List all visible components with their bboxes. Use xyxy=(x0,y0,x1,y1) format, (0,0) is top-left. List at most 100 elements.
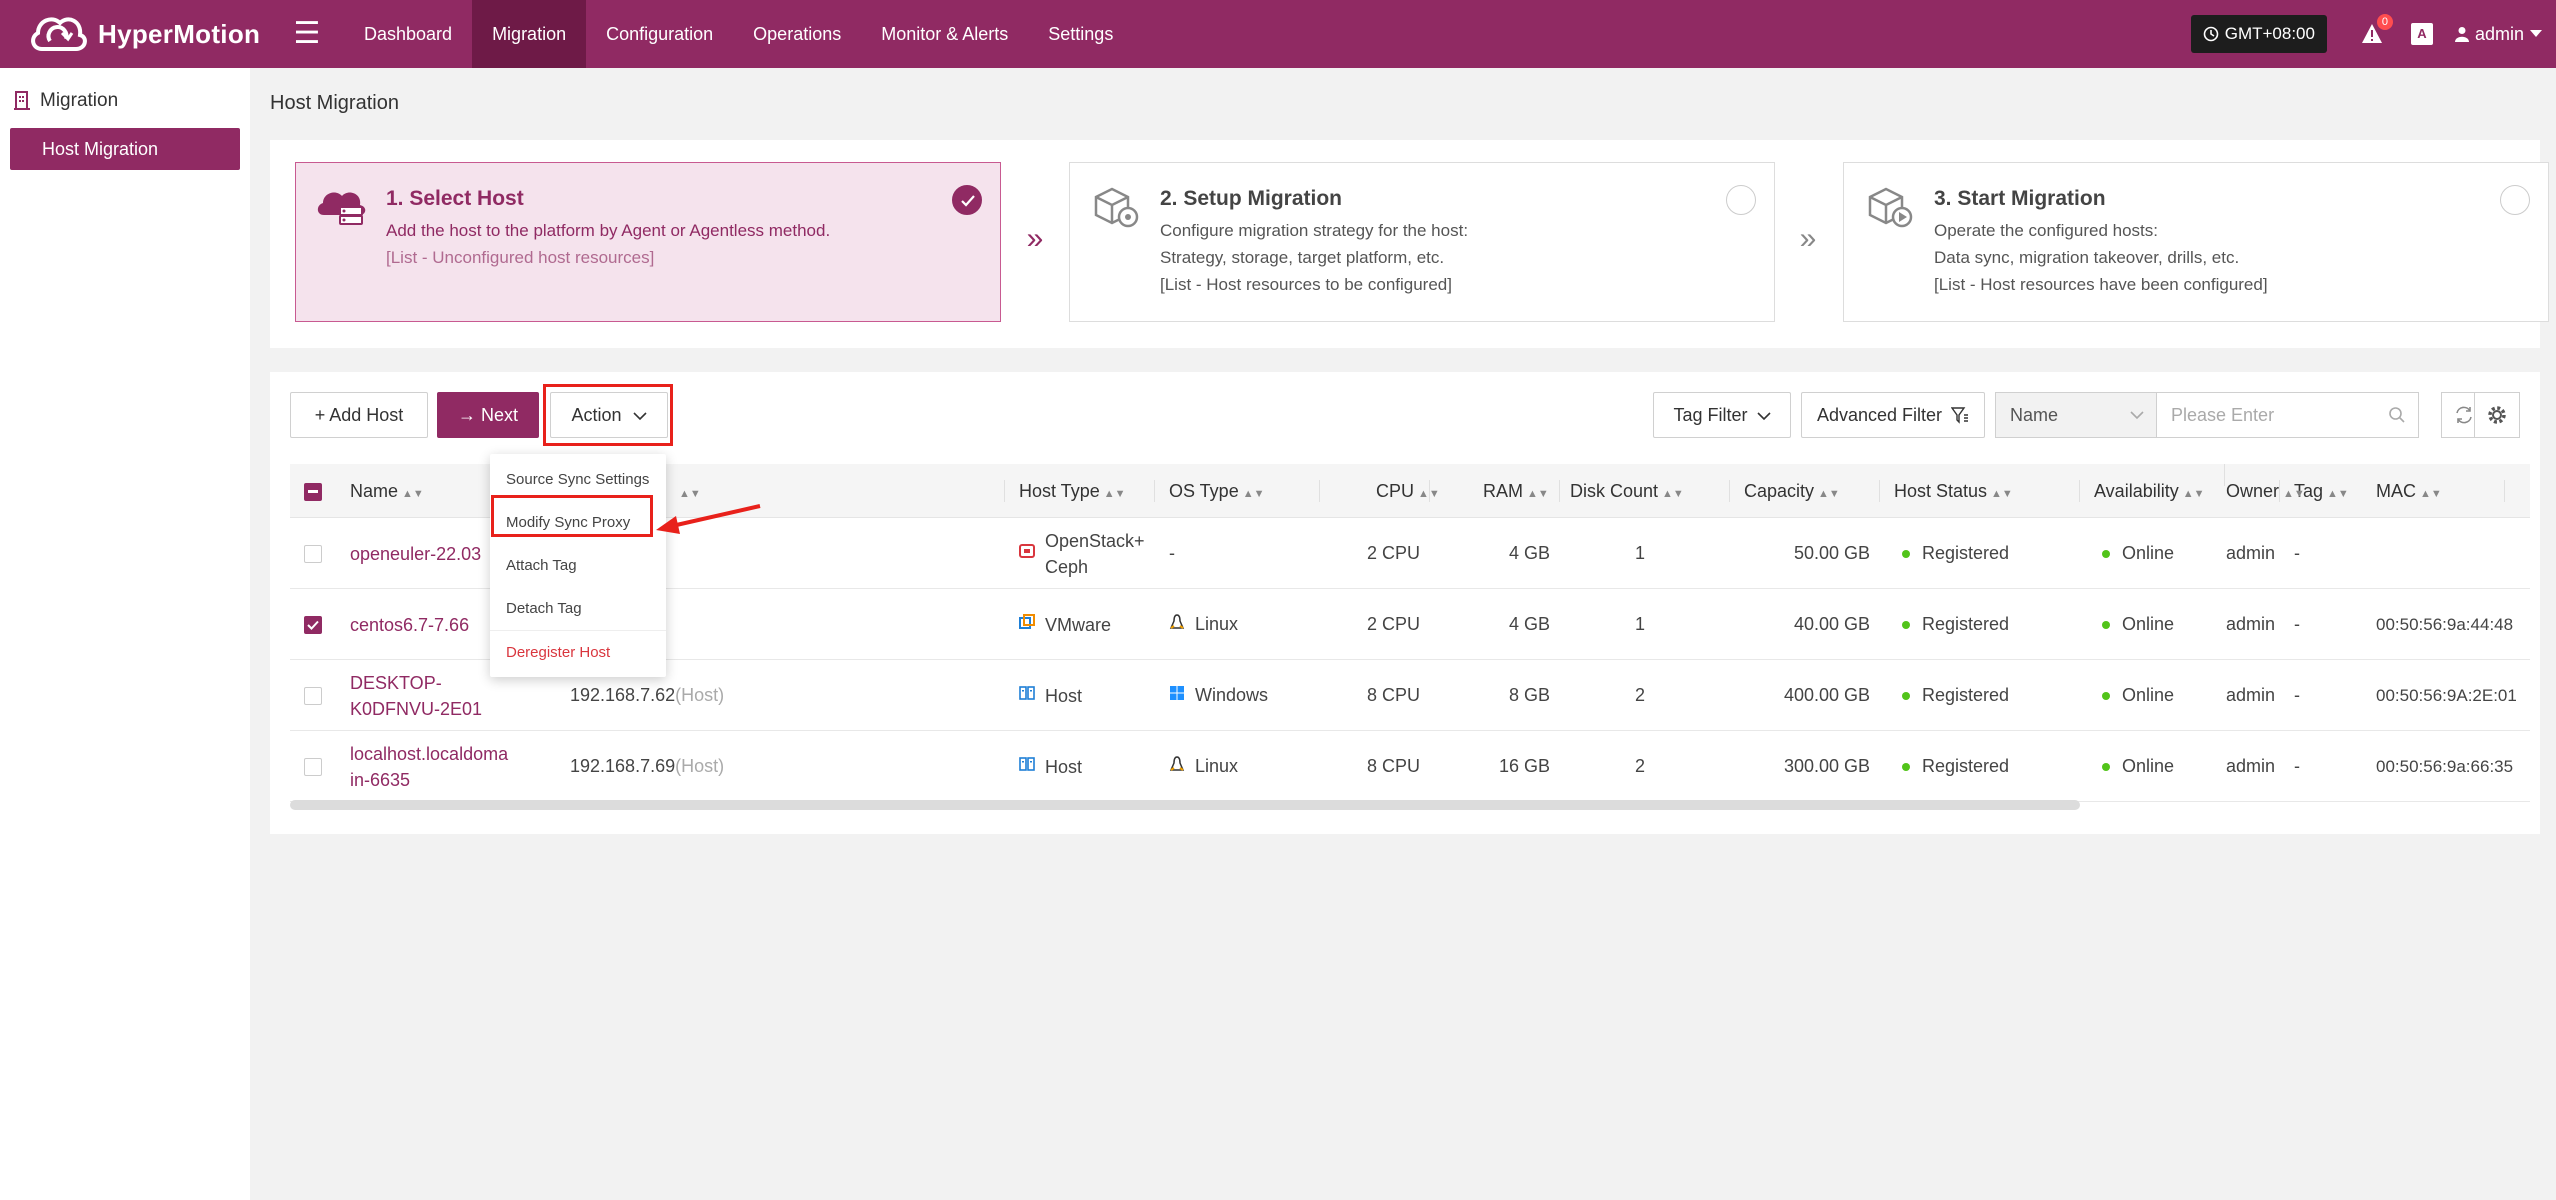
chevron-down-icon xyxy=(2130,411,2144,420)
capacity-value: 400.00 GB xyxy=(1783,685,1870,705)
host-status: Registered xyxy=(1902,518,2009,589)
status-dot xyxy=(2102,549,2110,558)
col-separator xyxy=(1879,480,1880,502)
step-radio-icon xyxy=(1726,185,1756,215)
step-desc: Strategy, storage, target platform, etc. xyxy=(1160,248,1445,267)
nav-settings[interactable]: Settings xyxy=(1028,0,1133,68)
col-os-type[interactable]: OS Type ▲▼ xyxy=(1169,464,1265,518)
os-value: Linux xyxy=(1195,614,1239,634)
tag-value: - xyxy=(2294,614,2300,634)
availability-value: Online xyxy=(2122,614,2175,634)
menu-toggle-icon[interactable]: ☰ xyxy=(270,19,344,49)
host-type: Host xyxy=(1019,660,1082,731)
table-row[interactable]: localhost.localdoma in-6635 192.168.7.69(… xyxy=(290,731,2530,802)
col-cpu[interactable]: CPU▲▼ xyxy=(1376,464,1440,518)
col-label: Name xyxy=(350,481,399,501)
row-checkbox[interactable] xyxy=(304,518,322,589)
ip-note: (Host) xyxy=(675,756,725,776)
plus-icon: + xyxy=(314,405,326,425)
nav-operations[interactable]: Operations xyxy=(733,0,861,68)
host-name-link[interactable]: openeuler-22.03 xyxy=(350,518,500,589)
select-all-checkbox[interactable] xyxy=(304,464,322,518)
sidebar-section-migration[interactable]: Migration xyxy=(0,68,250,112)
nav-monitor-alerts[interactable]: Monitor & Alerts xyxy=(861,0,1028,68)
sort-icon: ▲▼ xyxy=(1818,488,1840,500)
cpu-value: 2 CPU xyxy=(1366,543,1420,563)
host-name-line: in-6635 xyxy=(350,769,411,790)
nav-migration[interactable]: Migration xyxy=(472,0,587,68)
host-type: VMware xyxy=(1019,589,1111,660)
status-value: Registered xyxy=(1922,614,2010,634)
clock-icon xyxy=(2203,26,2219,42)
ram-value: 4 GB xyxy=(1508,614,1550,634)
timezone-badge[interactable]: GMT+08:00 xyxy=(2190,15,2327,53)
row-checkbox[interactable] xyxy=(304,589,322,660)
nav-dashboard[interactable]: Dashboard xyxy=(344,0,472,68)
col-host-status[interactable]: Host Status ▲▼ xyxy=(1894,464,2013,518)
host-name-link[interactable]: DESKTOP- K0DFNVU-2E01 xyxy=(350,660,500,731)
box-gear-icon xyxy=(1094,187,1139,228)
timezone-text: GMT+08:00 xyxy=(2224,24,2315,43)
col-ram[interactable]: RAM ▲▼ xyxy=(1483,464,1549,518)
col-label: Host Type xyxy=(1019,481,1100,501)
step-start-migration[interactable]: 3. Start Migration Operate the configure… xyxy=(1843,162,2549,322)
step-select-host[interactable]: 1. Select Host Add the host to the platf… xyxy=(295,162,1001,322)
settings-button[interactable] xyxy=(2474,392,2520,438)
menu-item-deregister-host[interactable]: Deregister Host xyxy=(490,630,666,673)
gear-icon xyxy=(2488,406,2506,424)
advanced-filter-button[interactable]: Advanced Filter xyxy=(1801,392,1985,438)
availability-value: Online xyxy=(2122,543,2175,563)
host-status: Registered xyxy=(1902,731,2009,802)
col-name[interactable]: Name ▲▼ xyxy=(350,464,424,518)
step-desc: Add the host to the platform by Agent or… xyxy=(386,221,831,240)
search-placeholder: Please Enter xyxy=(2171,405,2275,425)
nav-configuration[interactable]: Configuration xyxy=(586,0,733,68)
host-name-link[interactable]: localhost.localdoma in-6635 xyxy=(350,731,508,802)
horizontal-scrollbar[interactable] xyxy=(290,800,2080,810)
brand[interactable]: HyperMotion xyxy=(0,9,270,59)
col-separator xyxy=(1729,480,1730,502)
col-owner-head[interactable]: Owner ▲▼ xyxy=(2226,464,2305,518)
row-checkbox[interactable] xyxy=(304,731,322,802)
top-navbar: HyperMotion ☰ Dashboard Migration Config… xyxy=(0,0,2556,68)
host-type-line: OpenStack+ xyxy=(1045,530,1145,551)
host-name-link[interactable]: centos6.7-7.66 xyxy=(350,589,500,660)
col-label: Owner xyxy=(2226,481,2280,501)
double-chevron-right-icon: » xyxy=(1026,222,1044,255)
sidebar-item-host-migration[interactable]: Host Migration xyxy=(10,128,240,170)
row-checkbox[interactable] xyxy=(304,660,322,731)
add-host-button[interactable]: + Add Host xyxy=(290,392,428,438)
col-mac-head[interactable]: MAC ▲▼ xyxy=(2376,464,2442,518)
status-value: Registered xyxy=(1922,685,2010,705)
capacity-value: 50.00 GB xyxy=(1793,543,1870,563)
col-capacity[interactable]: Capacity ▲▼ xyxy=(1744,464,1840,518)
page-title: Host Migration xyxy=(270,92,399,114)
owner-value: admin xyxy=(2226,685,2276,705)
cpu-value: 2 CPU xyxy=(1366,614,1420,634)
next-button[interactable]: → Next xyxy=(437,392,539,438)
col-label: Host Status xyxy=(1894,481,1988,501)
menu-item-detach-tag[interactable]: Detach Tag xyxy=(490,587,666,630)
col-separator xyxy=(2504,480,2505,502)
alerts-button[interactable]: 0 xyxy=(2361,14,2393,46)
search-field-select[interactable]: Name xyxy=(1995,392,2157,438)
user-menu[interactable]: admin xyxy=(2454,23,2542,45)
search-input[interactable]: Please Enter xyxy=(2157,392,2419,438)
host-type-line: Ceph xyxy=(1045,556,1089,577)
language-switch-icon[interactable]: A xyxy=(2410,23,2433,45)
username: admin xyxy=(2474,23,2524,44)
col-label: Capacity xyxy=(1744,481,1815,501)
tag-value: - xyxy=(2294,756,2300,776)
col-disk-count[interactable]: Disk Count ▲▼ xyxy=(1570,464,1684,518)
sort-icon: ▲▼ xyxy=(679,488,701,500)
step-setup-migration[interactable]: 2. Setup Migration Configure migration s… xyxy=(1069,162,1775,322)
host-name-line: centos6.7-7.66 xyxy=(350,614,470,635)
step-note: [List - Host resources have been configu… xyxy=(1934,275,2268,294)
os-value: Linux xyxy=(1195,756,1239,776)
tag-filter-button[interactable]: Tag Filter xyxy=(1653,392,1791,438)
sort-icon: ▲▼ xyxy=(1991,488,2013,500)
col-host-type[interactable]: Host Type ▲▼ xyxy=(1019,464,1126,518)
menu-item-attach-tag[interactable]: Attach Tag xyxy=(490,544,666,587)
col-availability[interactable]: Availability ▲▼ xyxy=(2094,464,2205,518)
modify-sync-proxy-highlight-box xyxy=(491,495,653,537)
